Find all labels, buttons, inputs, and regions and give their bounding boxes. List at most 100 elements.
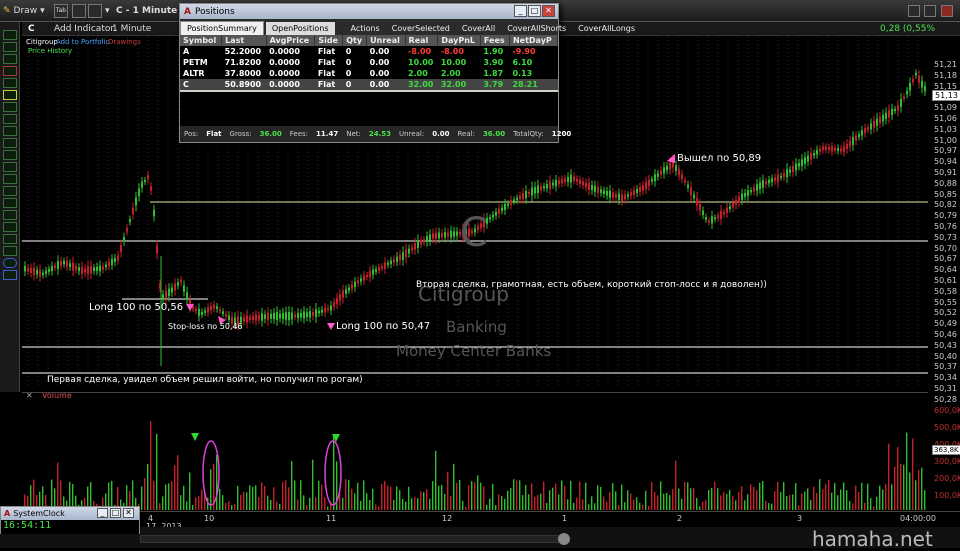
volume-bar bbox=[351, 488, 353, 510]
candle-body bbox=[222, 311, 224, 314]
draw-button[interactable]: ✎ Draw ▾ bbox=[3, 3, 45, 19]
watermark-symbol: C bbox=[460, 210, 488, 256]
price-axis-label: 51,00 bbox=[934, 135, 957, 145]
fibonacci-tool-icon[interactable] bbox=[3, 126, 17, 136]
window-menu-button[interactable]: ▾ bbox=[105, 3, 110, 19]
column-header[interactable]: Fees bbox=[480, 35, 510, 46]
arrow-up-tool-icon[interactable] bbox=[3, 270, 17, 280]
clock-titlebar[interactable]: A SystemClock _ □ ✕ bbox=[1, 507, 139, 520]
positions-minimize-button[interactable]: _ bbox=[514, 5, 527, 17]
volume-axis-label: 600,0K bbox=[934, 406, 960, 415]
regression-tool-icon[interactable] bbox=[3, 210, 17, 220]
footer-fees-label: Fees: bbox=[289, 130, 309, 138]
app-logo-icon: A bbox=[4, 509, 11, 518]
close-button[interactable] bbox=[941, 3, 955, 19]
ellipse-tool-icon[interactable] bbox=[3, 258, 17, 268]
tab-open-positions[interactable]: OpenPositions bbox=[265, 22, 335, 35]
candle-body bbox=[765, 181, 767, 185]
pitchfork-tool-icon[interactable] bbox=[3, 150, 17, 160]
arc-tool-icon[interactable] bbox=[3, 102, 17, 112]
plus-tool-icon[interactable] bbox=[3, 42, 17, 52]
candle-body bbox=[243, 317, 245, 322]
candle-body bbox=[141, 181, 143, 188]
table-cell: -8.00 bbox=[408, 47, 432, 56]
candle-body bbox=[786, 169, 788, 178]
channel-tool-icon[interactable] bbox=[3, 114, 17, 124]
column-header[interactable]: AvgPrice bbox=[266, 35, 316, 46]
candle-body bbox=[783, 173, 785, 178]
cover-all-shorts-button[interactable]: CoverAllShorts bbox=[501, 22, 572, 35]
volume-chart[interactable] bbox=[22, 392, 928, 510]
clock-close-button[interactable]: ✕ bbox=[123, 508, 134, 518]
table-cell: 37.8000 bbox=[224, 69, 262, 78]
add-indicator-button[interactable]: Add Indicator bbox=[54, 24, 114, 34]
positions-close-button[interactable]: ✕ bbox=[542, 5, 555, 17]
table-row[interactable]: C 50.8900 0.0000 Flat 0 0.00 32.00 32.00 3.79 28.… bbox=[180, 79, 558, 90]
actions-menu[interactable]: Actions bbox=[345, 22, 386, 35]
crosshair-tool-icon[interactable] bbox=[3, 30, 17, 40]
candle-body bbox=[108, 261, 110, 267]
maximize-button[interactable] bbox=[924, 3, 938, 19]
volume-bar bbox=[240, 494, 242, 510]
table-cell: 0.0000 bbox=[269, 47, 300, 56]
cycle-tool-icon[interactable] bbox=[3, 222, 17, 232]
candle-body bbox=[738, 196, 740, 203]
table-row[interactable]: ALTR 37.8000 0.0000 Flat 0 0.00 2.00 2.00 1.87 0.… bbox=[180, 68, 558, 79]
column-header[interactable]: Side bbox=[314, 35, 344, 46]
ray-tool-icon[interactable] bbox=[3, 174, 17, 184]
volume-bar bbox=[561, 480, 563, 510]
symbol-field[interactable]: C bbox=[28, 24, 35, 34]
gann-tool-icon[interactable] bbox=[3, 138, 17, 148]
column-header[interactable]: Real bbox=[405, 35, 439, 46]
candle-body bbox=[261, 313, 263, 321]
candle-body bbox=[864, 128, 866, 134]
volume-bar bbox=[552, 487, 554, 510]
interval-select[interactable]: 1 Minute bbox=[112, 24, 151, 34]
scrollbar-handle[interactable] bbox=[558, 533, 570, 545]
list-button[interactable] bbox=[88, 3, 104, 19]
scrollbar-track[interactable] bbox=[140, 535, 560, 543]
volume-bar bbox=[609, 492, 611, 510]
cover-selected-button[interactable]: CoverSelected bbox=[386, 22, 456, 35]
speed-tool-icon[interactable] bbox=[3, 234, 17, 244]
volume-bar bbox=[381, 483, 383, 510]
table-row[interactable]: PETM 71.8200 0.0000 Flat 0 0.00 10.00 10.00 3.90… bbox=[180, 57, 558, 68]
trendline-tool-icon[interactable] bbox=[3, 162, 17, 172]
candle-body bbox=[603, 190, 605, 195]
eraser-tool-icon[interactable] bbox=[3, 66, 17, 76]
text-tool-icon[interactable] bbox=[3, 90, 17, 100]
clock-minimize-button[interactable]: _ bbox=[97, 508, 108, 518]
positions-titlebar[interactable]: A Positions _ □ ✕ bbox=[180, 4, 558, 19]
minimize-button[interactable] bbox=[908, 3, 922, 19]
column-header[interactable]: Unreal bbox=[366, 35, 406, 46]
layout-button[interactable] bbox=[72, 3, 88, 19]
column-header[interactable]: Last bbox=[221, 35, 267, 46]
line-tool-icon[interactable] bbox=[3, 78, 17, 88]
column-header[interactable]: Symbol bbox=[180, 35, 223, 46]
volume-bar bbox=[882, 489, 884, 510]
hline-tool-icon[interactable] bbox=[3, 186, 17, 196]
table-cell: 3.90 bbox=[483, 58, 504, 67]
system-clock-window[interactable]: A SystemClock _ □ ✕ 16:54:11 bbox=[0, 506, 140, 534]
column-header[interactable]: NetDayP bbox=[509, 35, 559, 46]
cover-all-button[interactable]: CoverAll bbox=[456, 22, 501, 35]
volume-bar bbox=[564, 485, 566, 510]
table-cell: 2.00 bbox=[440, 69, 461, 78]
minimize-icon bbox=[908, 5, 920, 17]
vline-tool-icon[interactable] bbox=[3, 198, 17, 208]
positions-maximize-button[interactable]: □ bbox=[528, 5, 541, 17]
table-row[interactable]: A 52.2000 0.0000 Flat 0 0.00 -8.00 -8.00 1.90 -9.… bbox=[180, 46, 558, 57]
candle-body bbox=[270, 313, 272, 319]
clock-maximize-button[interactable]: □ bbox=[110, 508, 121, 518]
column-header[interactable]: DayPnL bbox=[437, 35, 481, 46]
hand-tool-icon[interactable] bbox=[3, 54, 17, 64]
rectangle-tool-icon[interactable] bbox=[3, 246, 17, 256]
candle-body bbox=[156, 245, 158, 254]
cover-all-longs-button[interactable]: CoverAllLongs bbox=[572, 22, 641, 35]
tab-button[interactable]: Tab bbox=[54, 3, 70, 19]
tab-position-summary[interactable]: PositionSummary bbox=[180, 21, 264, 35]
candle-body bbox=[876, 118, 878, 126]
volume-axis-label: 300,0K bbox=[934, 457, 960, 466]
positions-window[interactable]: A Positions _ □ ✕ PositionSummary OpenPo… bbox=[179, 3, 635, 143]
column-header[interactable]: Qty bbox=[342, 35, 368, 46]
